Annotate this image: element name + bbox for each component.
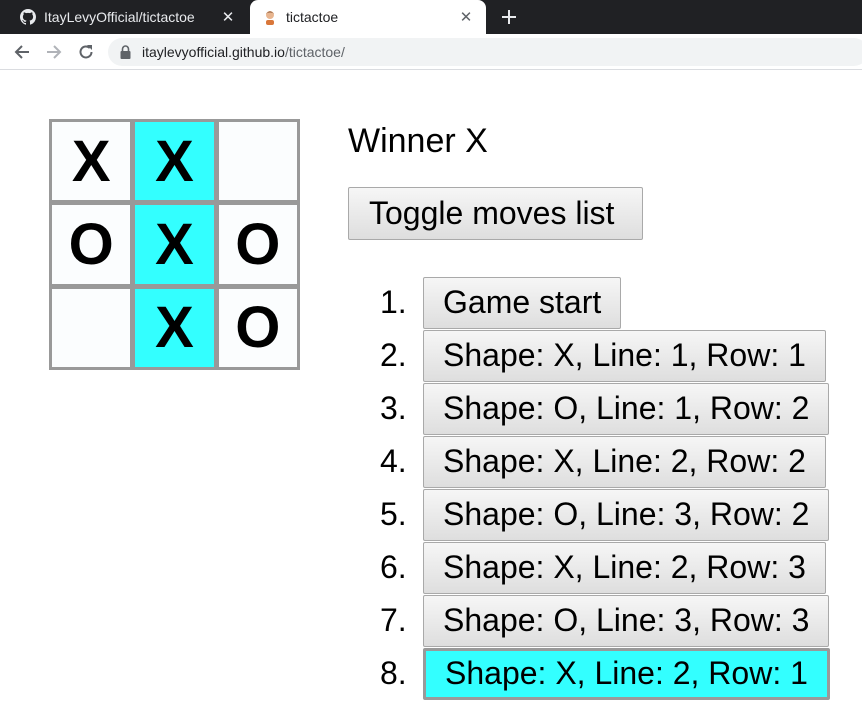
github-icon — [20, 9, 36, 25]
move-button[interactable]: Shape: X, Line: 2, Row: 3 — [423, 541, 826, 594]
move-list-item: 4. Shape: X, Line: 2, Row: 2 — [380, 435, 830, 488]
moves-list: 1. Game start 2. Shape: X, Line: 1, Row: 13… — [380, 276, 830, 700]
board-square[interactable]: X — [132, 285, 217, 370]
move-button[interactable]: Shape: O, Line: 3, Row: 3 — [423, 594, 830, 647]
move-list-item: 3. Shape: O, Line: 1, Row: 2 — [380, 382, 830, 435]
move-button[interactable]: Shape: X, Line: 2, Row: 1 — [423, 647, 830, 700]
board-square[interactable]: O — [49, 202, 134, 287]
avatar-icon — [262, 9, 278, 25]
board-square[interactable]: O — [215, 202, 300, 287]
move-number: 7. — [380, 602, 407, 638]
move-button[interactable]: Game start — [423, 276, 622, 329]
board-square[interactable]: X — [132, 119, 217, 204]
back-arrow-icon[interactable] — [10, 40, 34, 64]
move-button[interactable]: Shape: X, Line: 2, Row: 2 — [423, 435, 826, 488]
move-list-item: 5. Shape: O, Line: 3, Row: 2 — [380, 488, 830, 541]
url-host: itaylevyofficial.github.io — [142, 44, 285, 60]
board-square[interactable] — [215, 119, 300, 204]
lock-icon[interactable] — [120, 45, 132, 59]
game-board: XXOXOXO — [49, 119, 300, 370]
move-list-item: 2. Shape: X, Line: 1, Row: 1 — [380, 329, 830, 382]
move-number: 1. — [380, 284, 407, 320]
url-text: itaylevyofficial.github.io/tictactoe/ — [142, 44, 345, 60]
board-square[interactable]: X — [49, 119, 134, 204]
board-square[interactable] — [49, 285, 134, 370]
browser-toolbar: itaylevyofficial.github.io/tictactoe/ — [0, 34, 862, 70]
move-list-item: 6. Shape: X, Line: 2, Row: 3 — [380, 541, 830, 594]
move-list-item: 1. Game start — [380, 276, 830, 329]
reload-icon[interactable] — [74, 40, 98, 64]
move-number: 2. — [380, 337, 407, 373]
toggle-moves-button[interactable]: Toggle moves list — [348, 187, 643, 240]
browser-tab-strip: ItayLevyOfficial/tictactoe ✕ tictactoe ✕ — [0, 0, 862, 34]
move-button[interactable]: Shape: O, Line: 3, Row: 2 — [423, 488, 830, 541]
tab-github[interactable]: ItayLevyOfficial/tictactoe ✕ — [8, 0, 248, 34]
game-status: Winner X — [348, 122, 488, 160]
tab-title: ItayLevyOfficial/tictactoe — [44, 9, 195, 25]
move-button[interactable]: Shape: X, Line: 1, Row: 1 — [423, 329, 826, 382]
close-icon[interactable]: ✕ — [220, 9, 236, 26]
tab-tictactoe[interactable]: tictactoe ✕ — [250, 0, 486, 34]
board-square[interactable]: X — [132, 202, 217, 287]
tab-title: tictactoe — [286, 9, 339, 25]
move-number: 8. — [380, 655, 407, 691]
move-number: 3. — [380, 390, 407, 426]
move-list-item: 7. Shape: O, Line: 3, Row: 3 — [380, 594, 830, 647]
move-number: 6. — [380, 549, 407, 585]
move-list-item: 8. Shape: X, Line: 2, Row: 1 — [380, 647, 830, 700]
board-square[interactable]: O — [215, 285, 300, 370]
forward-arrow-icon[interactable] — [42, 40, 66, 64]
move-number: 4. — [380, 443, 407, 479]
url-path: /tictactoe/ — [284, 44, 345, 60]
move-button[interactable]: Shape: O, Line: 1, Row: 2 — [423, 382, 830, 435]
address-bar[interactable]: itaylevyofficial.github.io/tictactoe/ — [108, 38, 862, 66]
close-icon[interactable]: ✕ — [458, 9, 474, 26]
new-tab-plus-icon[interactable] — [497, 5, 521, 29]
move-number: 5. — [380, 496, 407, 532]
